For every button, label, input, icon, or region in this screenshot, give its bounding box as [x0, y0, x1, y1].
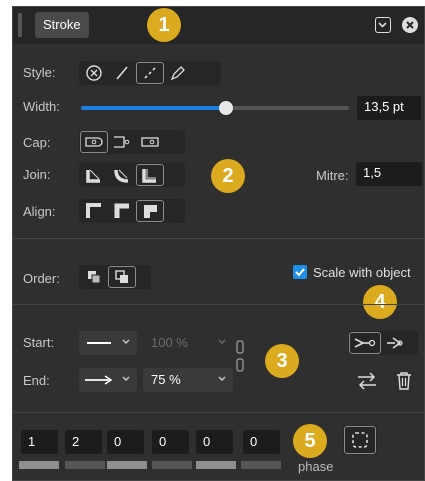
align-label: Align:	[23, 204, 56, 219]
separator	[13, 304, 424, 305]
join-button-group	[79, 163, 185, 187]
swap-arrowheads-icon[interactable]	[356, 372, 378, 393]
dash-preview-bar	[196, 461, 236, 469]
stroke-panel: Stroke Style: Width: 13,5 pt Cap: Join: …	[12, 6, 425, 481]
style-button-group	[79, 61, 221, 85]
dash-field-1[interactable]: 1	[21, 430, 58, 454]
arrowhead-past-end-icon[interactable]	[381, 332, 413, 354]
miter-join-icon[interactable]	[80, 164, 108, 186]
callout-badge-1: 1	[147, 8, 181, 42]
dash-preview-bar	[65, 461, 105, 469]
dash-preview-bar	[152, 461, 192, 469]
stroke-in-front-icon[interactable]	[108, 266, 136, 288]
phase-label: phase	[298, 459, 334, 474]
end-scale-dropdown[interactable]: 75 %	[143, 368, 233, 392]
panel-title-bar: Stroke	[13, 7, 424, 44]
dash-preview-bar	[107, 461, 147, 469]
arrowhead-at-end-icon[interactable]	[349, 332, 381, 354]
start-scale-dropdown[interactable]: 100 %	[143, 331, 233, 355]
close-icon[interactable]	[402, 17, 418, 33]
balance-dashes-button[interactable]	[343, 425, 377, 455]
round-join-icon[interactable]	[108, 164, 136, 186]
end-arrowhead-dropdown[interactable]	[79, 368, 137, 392]
collapse-icon[interactable]	[375, 17, 391, 33]
width-slider[interactable]	[81, 101, 349, 115]
dash-preview-bar	[241, 461, 281, 469]
callout-badge-5: 5	[293, 424, 327, 458]
mitre-label: Mitre:	[316, 168, 349, 183]
scale-with-object-label: Scale with object	[313, 265, 411, 280]
start-arrowhead-dropdown[interactable]	[79, 331, 137, 355]
separator	[13, 412, 424, 413]
end-label: End:	[23, 373, 50, 388]
end-scale-value: 75 %	[151, 372, 181, 387]
square-cap-icon[interactable]	[136, 131, 164, 153]
bevel-join-icon[interactable]	[136, 164, 164, 186]
dash-field-3[interactable]: 0	[196, 430, 233, 454]
mitre-field[interactable]: 1,5	[356, 162, 422, 186]
align-button-group	[79, 199, 185, 223]
cap-label: Cap:	[23, 135, 51, 150]
pressure-brush-icon[interactable]	[164, 62, 192, 84]
callout-badge-3: 3	[265, 344, 299, 378]
round-cap-icon[interactable]	[108, 131, 136, 153]
butt-cap-icon[interactable]	[80, 131, 108, 153]
width-field[interactable]: 13,5 pt	[357, 96, 421, 120]
solid-line-icon[interactable]	[108, 62, 136, 84]
order-label: Order:	[23, 271, 60, 286]
align-outside-icon[interactable]	[136, 200, 164, 222]
delete-arrowheads-icon[interactable]	[396, 371, 412, 394]
style-label: Style:	[23, 65, 56, 80]
dashed-line-icon[interactable]	[136, 62, 164, 84]
arrowhead-position-group	[348, 331, 418, 355]
callout-badge-2: 2	[211, 159, 245, 193]
link-scales-icon[interactable]	[235, 340, 245, 375]
width-label: Width:	[23, 99, 60, 114]
drag-grip-icon[interactable]	[18, 13, 22, 37]
dash-preview-bar	[19, 461, 59, 469]
width-slider-fill	[81, 106, 226, 110]
separator	[13, 238, 424, 239]
join-label: Join:	[23, 167, 51, 182]
no-stroke-icon[interactable]	[80, 62, 108, 84]
start-label: Start:	[23, 335, 55, 350]
cap-button-group	[79, 130, 185, 154]
order-button-group	[79, 265, 151, 289]
width-slider-thumb[interactable]	[218, 101, 233, 115]
gap-field-1[interactable]: 2	[65, 430, 102, 454]
scale-with-object-checkbox[interactable]	[293, 265, 307, 279]
stroke-behind-fill-icon[interactable]	[80, 266, 108, 288]
start-scale-value: 100 %	[151, 335, 188, 350]
callout-badge-4: 4	[363, 285, 397, 319]
dash-field-2[interactable]: 0	[107, 430, 144, 454]
gap-field-3[interactable]: 0	[243, 430, 280, 454]
align-center-icon[interactable]	[80, 200, 108, 222]
gap-field-2[interactable]: 0	[152, 430, 189, 454]
tab-stroke[interactable]: Stroke	[35, 12, 89, 38]
balance-dashes-icon	[344, 426, 376, 454]
align-inside-icon[interactable]	[108, 200, 136, 222]
